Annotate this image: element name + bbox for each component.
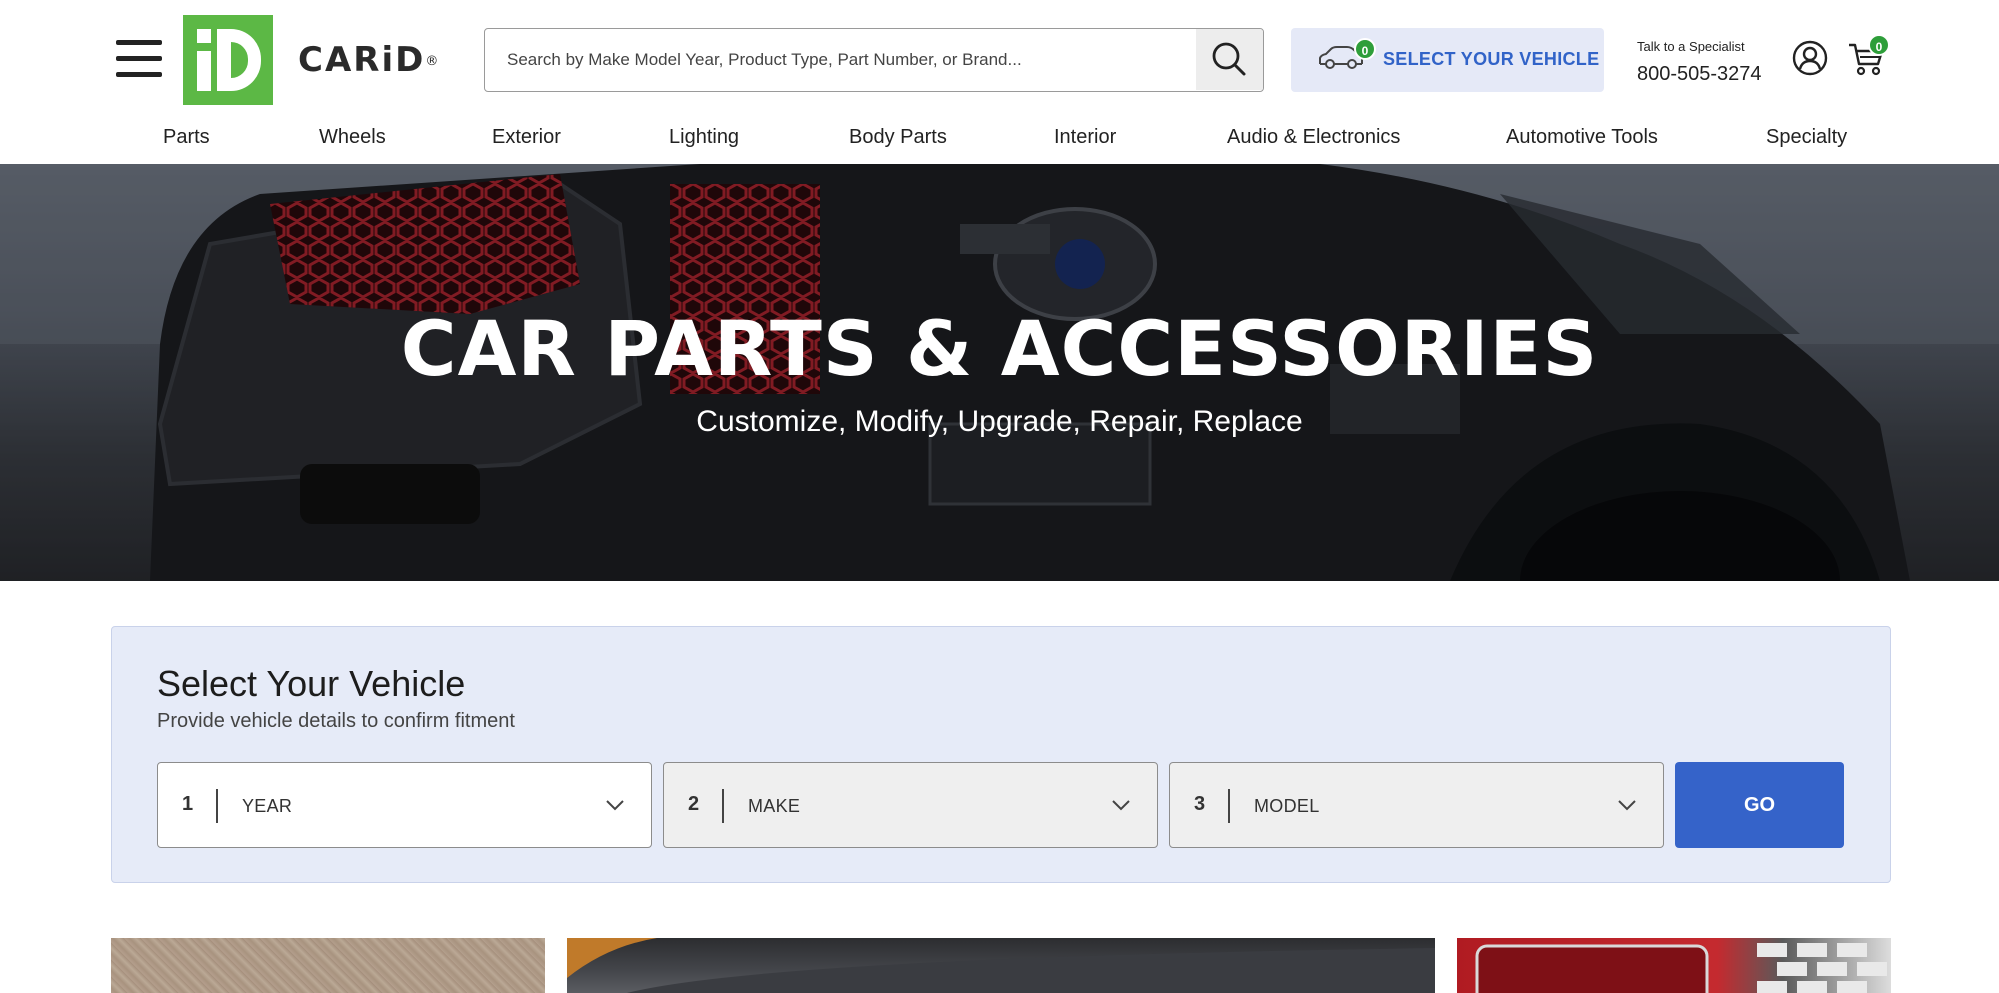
nav-item-specialty[interactable]: Specialty [1766,122,1847,152]
search-button[interactable] [1196,29,1263,90]
nav-item-exterior[interactable]: Exterior [492,122,561,152]
nav-item-wheels[interactable]: Wheels [319,122,386,152]
divider [216,789,218,823]
vehicle-selector: Select Your Vehicle Provide vehicle deta… [111,626,1891,883]
model-step-number: 3 [1194,793,1206,815]
brand-wordmark[interactable]: CARiD® [298,40,438,80]
main-nav: Parts Wheels Exterior Lighting Body Part… [0,122,1999,164]
chevron-down-icon [1112,800,1130,811]
select-vehicle-button[interactable]: 0 SELECT YOUR VEHICLE [1291,28,1604,92]
selector-title: Select Your Vehicle [157,663,466,704]
year-select-label: YEAR [242,796,293,816]
nav-item-parts[interactable]: Parts [163,122,210,152]
search-input[interactable] [485,29,1197,90]
chevron-down-icon [1618,800,1636,811]
hero-title: CAR PARTS & ACCESSORIES [400,304,1599,393]
search-bar [484,28,1264,92]
make-select[interactable]: 2 MAKE [663,762,1158,848]
model-select-label: MODEL [1254,796,1320,816]
nav-item-audio-electronics[interactable]: Audio & Electronics [1227,122,1400,152]
model-select[interactable]: 3 MODEL [1169,762,1664,848]
vehicle-count-badge: 0 [1354,38,1376,60]
search-icon [1212,42,1246,76]
cart-count-badge: 0 [1868,34,1890,56]
nav-item-body-parts[interactable]: Body Parts [849,122,947,152]
chevron-down-icon [606,800,624,811]
nav-item-automotive-tools[interactable]: Automotive Tools [1506,122,1658,152]
select-vehicle-label: SELECT YOUR VEHICLE [1383,49,1600,69]
divider [722,789,724,823]
nav-item-interior[interactable]: Interior [1054,122,1116,152]
specialist-contact[interactable]: Talk to a Specialist 800-505-3274 [1637,38,1762,88]
site-header: CARiD® 0 SELECT YOUR VEHICLE Talk to a S… [0,0,1999,164]
year-select[interactable]: 1 YEAR [157,762,652,848]
category-tile-featured[interactable] [567,938,1435,993]
cart-button[interactable]: 0 [1848,34,1890,81]
year-step-number: 1 [182,793,194,815]
make-select-label: MAKE [748,796,801,816]
id-logo-icon[interactable] [183,15,273,105]
menu-icon[interactable] [116,40,162,78]
specialist-label: Talk to a Specialist [1637,39,1745,54]
specialist-phone[interactable]: 800-505-3274 [1637,60,1762,88]
make-step-number: 2 [688,793,700,815]
category-tile-emblems[interactable] [1457,938,1891,993]
selector-subtitle: Provide vehicle details to confirm fitme… [157,710,515,732]
tile-image [1475,943,1887,993]
category-tile-floor-mats[interactable] [111,938,545,993]
account-icon[interactable] [1792,40,1828,81]
hero-subtitle: Customize, Modify, Upgrade, Repair, Repl… [696,405,1303,438]
nav-item-lighting[interactable]: Lighting [669,122,739,152]
hero-banner: CAR PARTS & ACCESSORIES Customize, Modif… [0,164,1999,581]
go-button[interactable]: GO [1675,762,1844,848]
tile-image [567,938,1435,993]
divider [1228,789,1230,823]
